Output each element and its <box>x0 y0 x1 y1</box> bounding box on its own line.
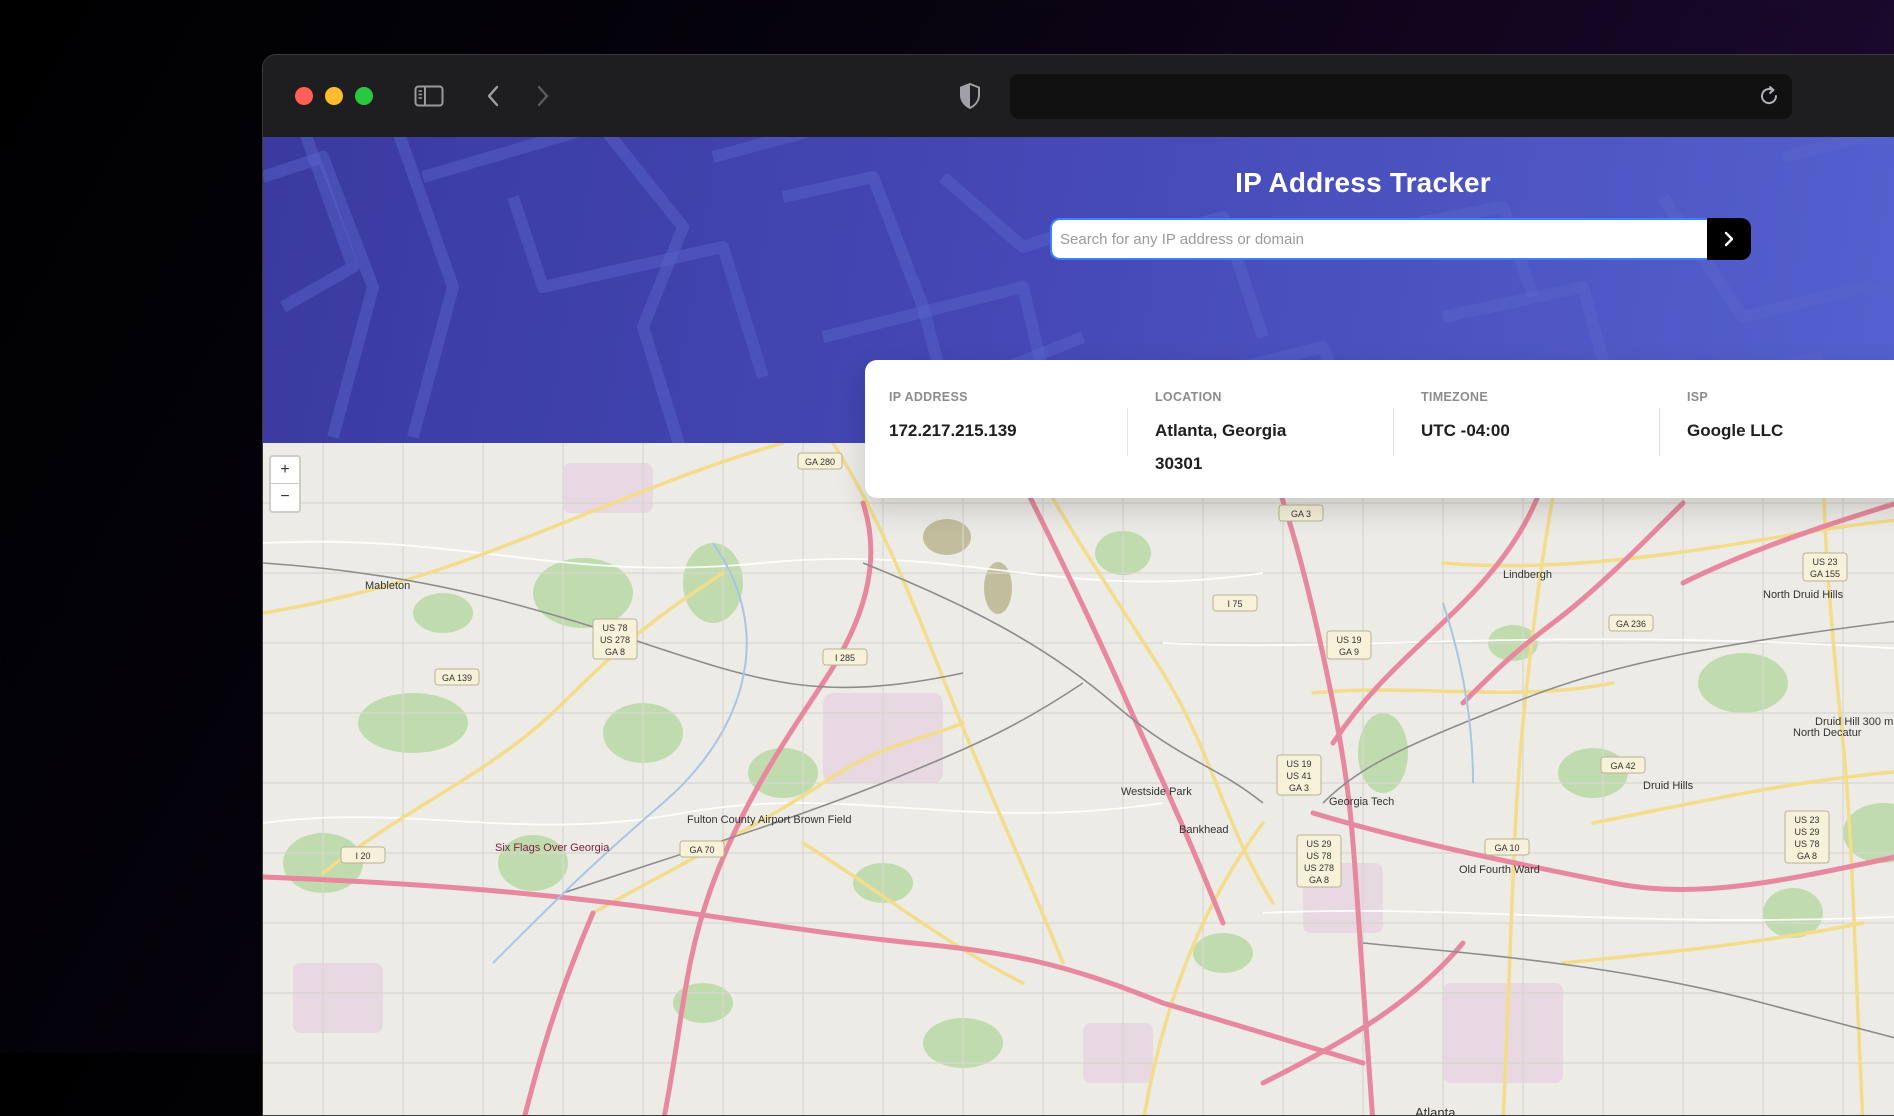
map-place-label: Druid Hill 300 m <box>1815 716 1893 728</box>
route-shield: GA 42 <box>1600 756 1646 774</box>
map-place-label: Fulton County Airport Brown Field <box>687 814 851 826</box>
route-shield: US 19 GA 9 <box>1326 630 1372 660</box>
route-shield: GA 10 <box>1484 838 1530 856</box>
route-shield: GA 3 <box>1278 504 1324 522</box>
route-shield: I 285 <box>822 648 868 666</box>
minimize-window-button[interactable] <box>325 87 343 105</box>
route-shield: US 29 US 78 US 278 GA 8 <box>1296 834 1342 888</box>
search-submit-button[interactable] <box>1707 218 1751 260</box>
map-place-label: Six Flags Over Georgia <box>495 842 610 854</box>
map-place-label: Westside Park <box>1121 786 1192 798</box>
location-block: LOCATION Atlanta, Georgia 30301 <box>1155 390 1395 480</box>
privacy-shield-icon[interactable] <box>955 81 985 111</box>
route-shield: US 19 US 41 GA 3 <box>1276 754 1322 796</box>
location-label: LOCATION <box>1155 390 1222 404</box>
divider <box>1659 408 1660 456</box>
svg-text:GA 155: GA 155 <box>1810 569 1840 579</box>
svg-text:US 19: US 19 <box>1286 759 1311 769</box>
svg-text:US 278: US 278 <box>1304 863 1334 873</box>
svg-text:GA 3: GA 3 <box>1291 509 1311 519</box>
zoom-out-button[interactable]: − <box>271 484 299 510</box>
route-shield: US 23 US 29 US 78 GA 8 <box>1784 810 1830 864</box>
ip-address-value: 172.217.215.139 <box>889 421 1017 440</box>
svg-text:US 23: US 23 <box>1794 815 1819 825</box>
svg-text:US 41: US 41 <box>1286 771 1311 781</box>
divider <box>1127 408 1128 456</box>
timezone-value: UTC -04:00 <box>1421 421 1510 440</box>
svg-text:US 29: US 29 <box>1306 839 1331 849</box>
svg-text:GA 139: GA 139 <box>442 673 472 683</box>
page-content: IP Address Tracker Search for any IP add… <box>263 137 1894 1116</box>
timezone-label: TIMEZONE <box>1421 390 1488 404</box>
isp-block: ISP Google LLC <box>1687 390 1894 447</box>
location-value: Atlanta, Georgia 30301 <box>1155 421 1287 473</box>
ip-address-label: IP ADDRESS <box>889 390 968 404</box>
svg-text:GA 8: GA 8 <box>1309 875 1329 885</box>
close-window-button[interactable] <box>295 87 313 105</box>
svg-text:I 285: I 285 <box>835 653 855 663</box>
svg-text:GA 8: GA 8 <box>1797 851 1817 861</box>
map-view[interactable]: Mableton Bankhead Old Fourth Ward Lindbergh… <box>263 443 1894 1116</box>
search-form <box>1050 218 1751 260</box>
map-place-label: Georgia Tech <box>1329 796 1394 808</box>
svg-text:GA 9: GA 9 <box>1339 647 1359 657</box>
zoom-control: + − <box>269 455 301 513</box>
svg-text:GA 236: GA 236 <box>1616 619 1646 629</box>
svg-text:US 78: US 78 <box>602 623 627 633</box>
map-place-label: Atlanta <box>1415 1105 1456 1116</box>
back-chevron-icon[interactable] <box>481 81 505 111</box>
zoom-in-button[interactable]: + <box>271 457 299 484</box>
map-place-label: Mableton <box>365 580 410 592</box>
isp-label: ISP <box>1687 390 1709 404</box>
browser-toolbar <box>263 55 1894 137</box>
route-shield: I 75 <box>1212 594 1258 612</box>
browser-window: IP Address Tracker Search for any IP add… <box>262 54 1894 1116</box>
map-place-label: Bankhead <box>1179 824 1229 836</box>
chevron-right-icon <box>1724 231 1734 247</box>
svg-text:US 278: US 278 <box>600 635 630 645</box>
svg-text:I 20: I 20 <box>355 851 370 861</box>
map-place-label: Druid Hills <box>1643 780 1694 792</box>
address-bar[interactable] <box>1010 74 1792 119</box>
route-shield: US 23 GA 155 <box>1802 552 1848 582</box>
svg-text:GA 42: GA 42 <box>1610 761 1635 771</box>
divider <box>1393 408 1394 456</box>
svg-text:US 78: US 78 <box>1306 851 1331 861</box>
sidebar-toggle-icon[interactable] <box>413 81 445 111</box>
route-shield: GA 236 <box>1608 614 1654 632</box>
svg-text:GA 3: GA 3 <box>1289 783 1309 793</box>
svg-text:GA 10: GA 10 <box>1494 843 1519 853</box>
ip-info-card: IP ADDRESS 172.217.215.139 LOCATION Atla… <box>865 360 1894 498</box>
svg-text:I 75: I 75 <box>1227 599 1242 609</box>
svg-text:US 19: US 19 <box>1336 635 1361 645</box>
ip-search-input[interactable] <box>1050 218 1707 260</box>
svg-text:GA 70: GA 70 <box>689 845 714 855</box>
maximize-window-button[interactable] <box>355 87 373 105</box>
route-shield: GA 139 <box>434 668 480 686</box>
svg-text:GA 8: GA 8 <box>605 647 625 657</box>
map-place-label: Old Fourth Ward <box>1459 864 1540 876</box>
map-place-label: North Druid Hills <box>1763 589 1844 601</box>
map-place-label: Lindbergh <box>1503 569 1552 581</box>
map-place-label: North Decatur <box>1793 727 1862 739</box>
forward-chevron-icon[interactable] <box>531 81 555 111</box>
isp-value: Google LLC <box>1687 421 1784 440</box>
route-shield: GA 70 <box>679 840 725 858</box>
timezone-block: TIMEZONE UTC -04:00 <box>1421 390 1661 447</box>
svg-text:GA 280: GA 280 <box>805 457 835 467</box>
page-title: IP Address Tracker <box>1235 167 1491 198</box>
route-shield: US 78 US 278 GA 8 <box>592 618 638 660</box>
svg-text:US 23: US 23 <box>1812 557 1837 567</box>
svg-text:US 29: US 29 <box>1794 827 1819 837</box>
route-shield: GA 280 <box>797 452 843 470</box>
ip-address-block: IP ADDRESS 172.217.215.139 <box>889 390 1129 447</box>
route-shield: I 20 <box>340 846 386 864</box>
svg-text:US 78: US 78 <box>1794 839 1819 849</box>
reload-icon[interactable] <box>1756 83 1782 109</box>
